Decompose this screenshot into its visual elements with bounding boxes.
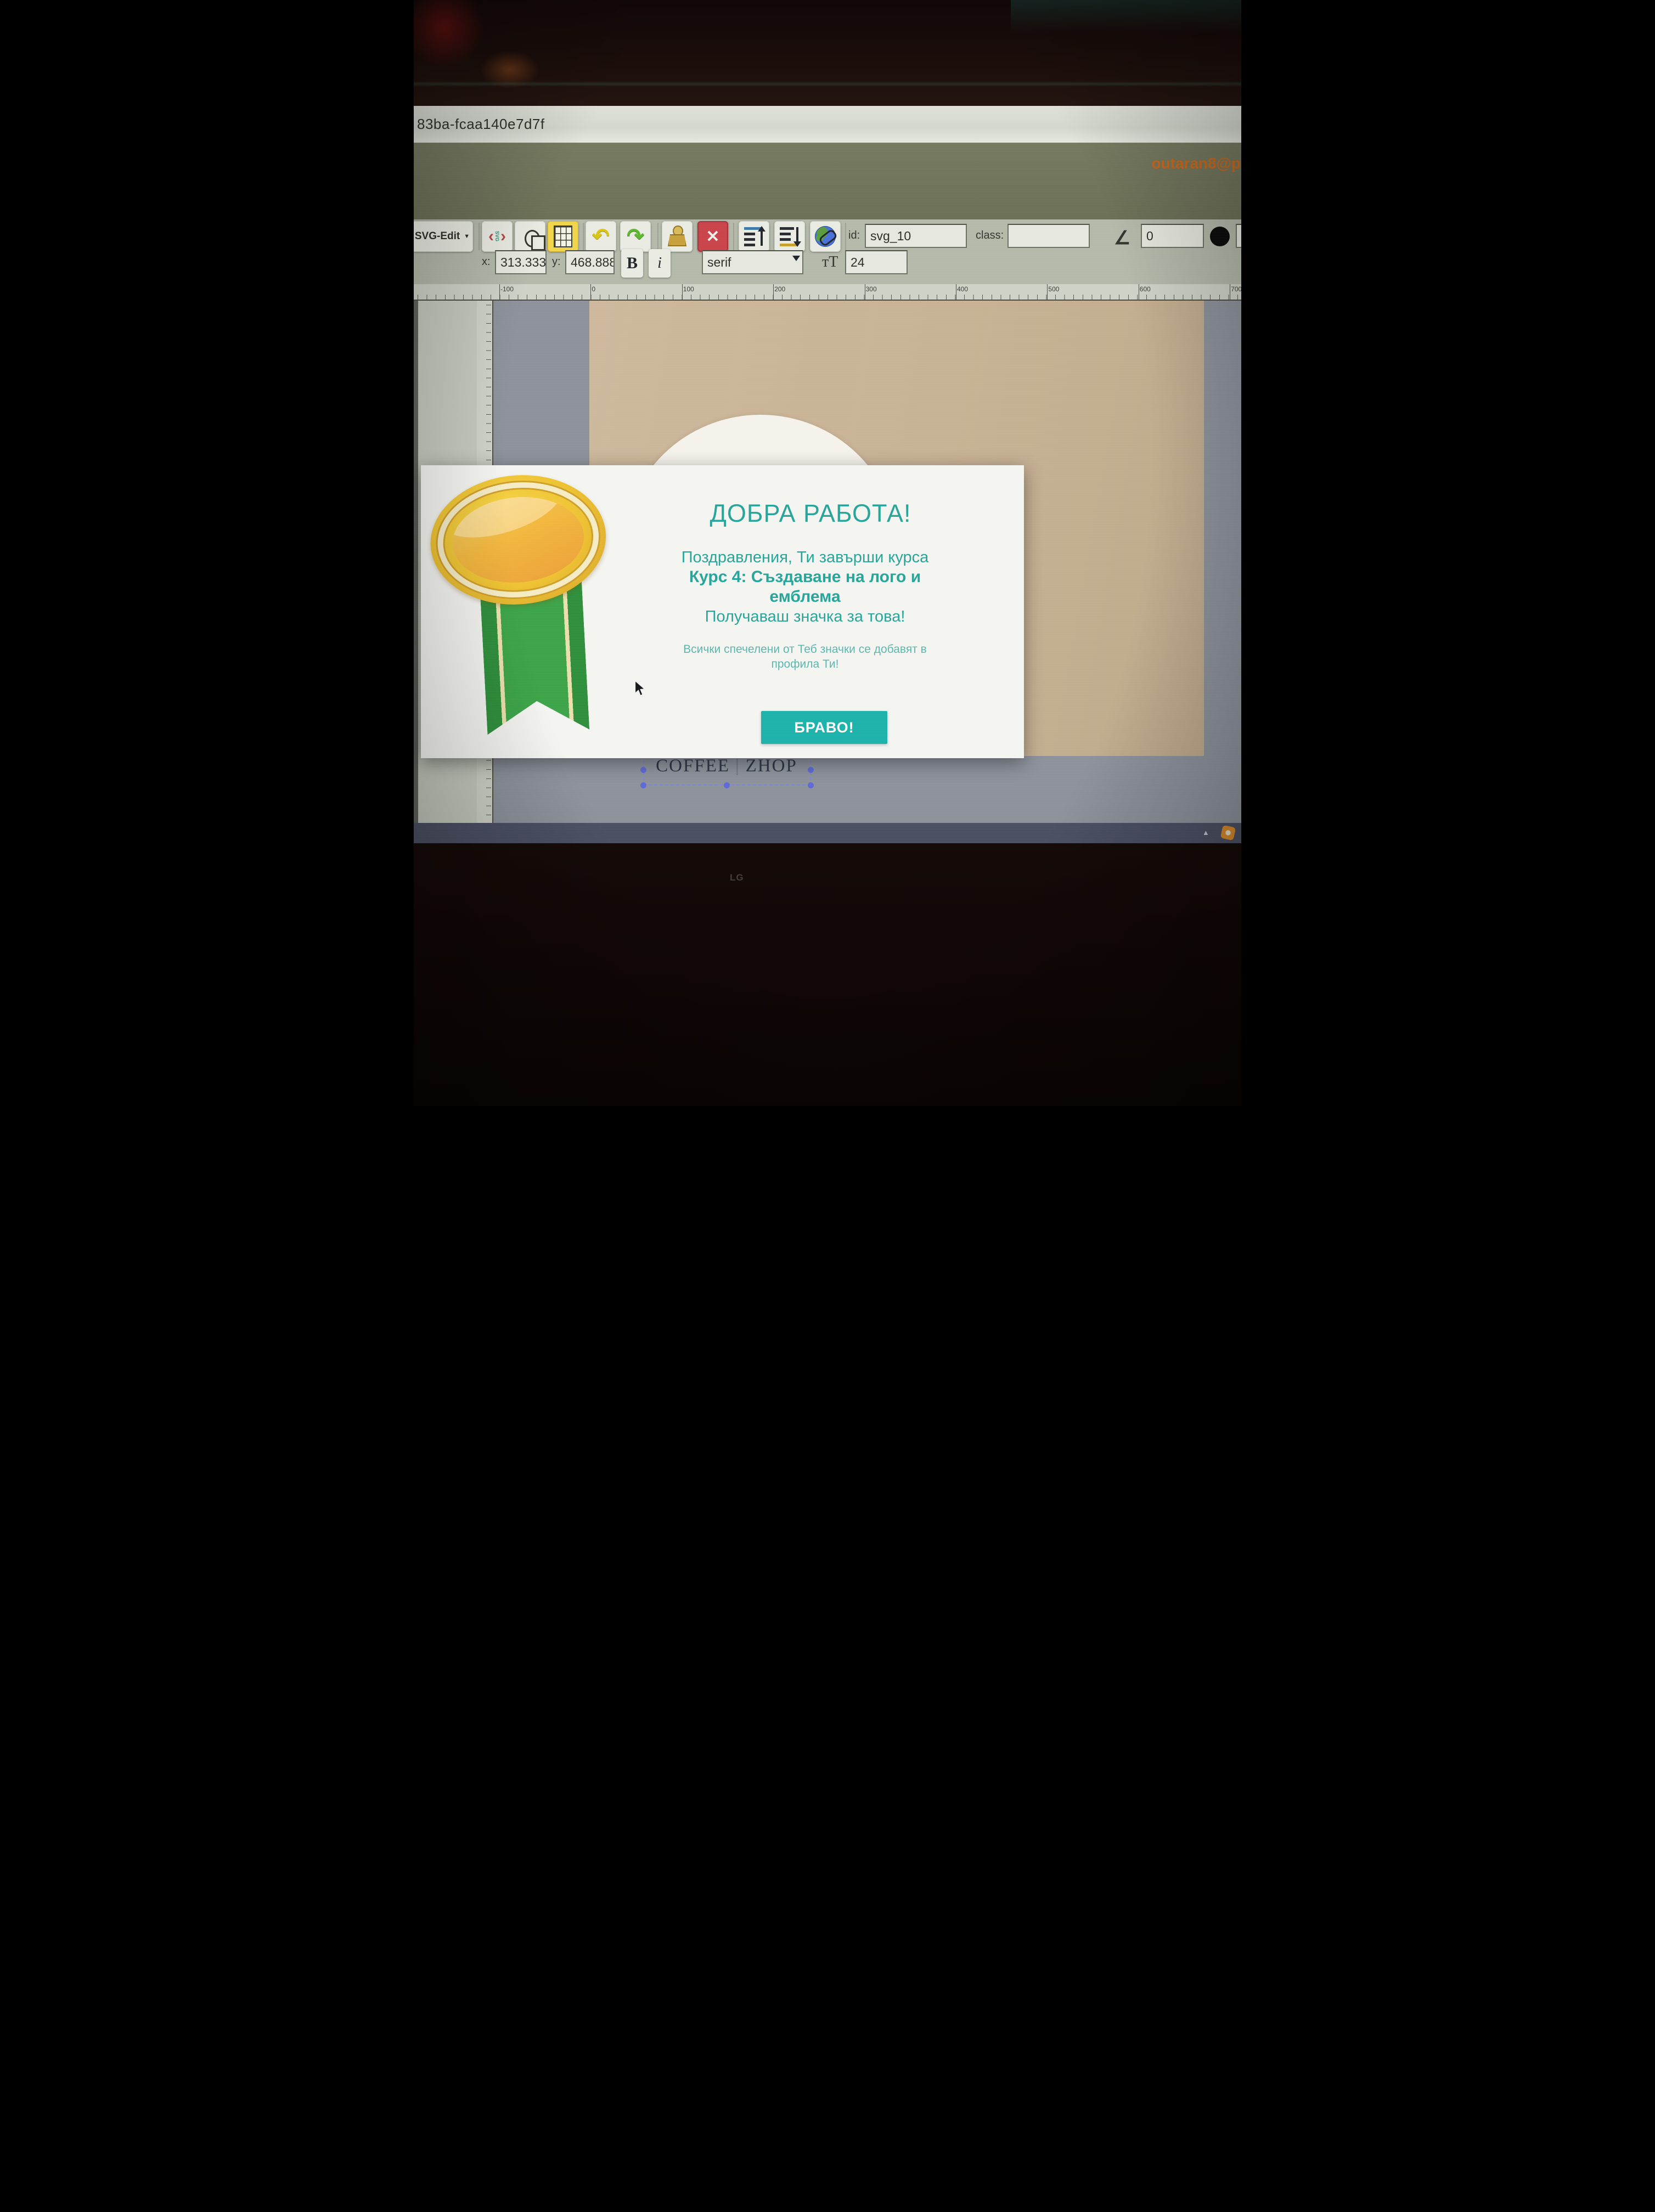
font-size-icon: тT	[822, 253, 838, 271]
text-toolbar: x: 313.3333 y: 468.8888 B i serif тT 24	[414, 248, 1241, 283]
redo-icon: ↷	[627, 226, 644, 247]
svg-edit-menu-button[interactable]: SVG-Edit ▼	[414, 221, 473, 252]
selection-handle[interactable]	[808, 767, 814, 773]
id-label: id:	[848, 229, 860, 242]
modal-note: Всички спечелени от Теб значки се добавя…	[602, 642, 1008, 672]
mouse-cursor	[632, 680, 646, 697]
svg-source-icon: ‹SVG›	[488, 228, 506, 245]
ruler-label: 100	[683, 285, 694, 293]
browser-tab-text[interactable]: 83ba-fcaa140e7d7f	[417, 116, 545, 133]
selection-handle[interactable]	[640, 767, 646, 773]
angle-input[interactable]: 0	[1141, 224, 1204, 248]
teal-glow	[1011, 0, 1241, 33]
undo-icon: ↶	[592, 226, 610, 247]
browser-bar: 83ba-fcaa140e7d7f	[414, 106, 1241, 143]
congratulations-modal: ДОБРА РАБОТА! Поздравления, Ти завърши к…	[421, 465, 1024, 758]
delete-x-icon: ✕	[706, 227, 719, 246]
room-background-top	[414, 0, 1241, 106]
modal-line4: Получаваш значка за това!	[586, 607, 1024, 627]
ruler-label: 200	[774, 285, 785, 293]
ruler-label: 500	[1048, 285, 1059, 293]
bravo-button[interactable]: БРАВО!	[761, 711, 887, 744]
ribbon-icon	[480, 582, 589, 735]
svg-edit-menu-label: SVG-Edit	[415, 230, 460, 242]
ruler-label: 700	[1231, 285, 1241, 293]
font-size-input[interactable]: 24	[845, 250, 908, 274]
red-glow	[414, 0, 485, 69]
ruler-label: 600	[1140, 285, 1151, 293]
clone-stamp-icon	[668, 225, 686, 247]
link-globe-icon	[815, 226, 836, 247]
canvas-workspace: COFFEE|ZHOP	[414, 301, 1241, 885]
shapes-library-button[interactable]	[515, 221, 545, 252]
tray-app-icon[interactable]	[1220, 825, 1236, 840]
ruler-label: 300	[866, 285, 877, 293]
windows-taskbar: ▲	[414, 823, 1241, 843]
ruler-label: 400	[957, 285, 968, 293]
redo-button[interactable]: ↷	[620, 221, 651, 252]
class-input[interactable]	[1007, 224, 1090, 248]
move-bottom-icon	[780, 226, 800, 247]
x-input[interactable]: 313.3333	[495, 250, 547, 274]
modal-title: ДОБРА РАБОТА!	[596, 499, 1024, 528]
medal-icon	[425, 468, 611, 612]
toolbar-divider	[479, 223, 480, 250]
chevron-down-icon	[792, 256, 800, 261]
modal-line1: Поздравления, Ти завърши курса	[586, 548, 1024, 567]
move-top-icon	[744, 226, 764, 247]
italic-button[interactable]: i	[649, 249, 671, 278]
angle-icon: ∠	[1114, 227, 1130, 249]
horizontal-ruler: -100 0 100 200 300 400 500 600 700	[414, 284, 1241, 301]
modal-note-line2: профила Ти!	[602, 657, 1008, 672]
modal-line2: Курс 4: Създаване на лого и	[586, 567, 1024, 587]
selection-box[interactable]	[643, 755, 811, 786]
ruler-label: -100	[500, 285, 514, 293]
shapes-overlap-icon	[519, 224, 541, 249]
toolbar-divider	[583, 223, 584, 250]
bold-button[interactable]: B	[621, 249, 643, 278]
toolbar-divider	[845, 223, 846, 250]
move-to-top-button[interactable]	[739, 221, 769, 252]
grid-icon	[554, 225, 572, 247]
site-header-band: outaran8@pr	[414, 143, 1241, 219]
x-label: x:	[482, 256, 491, 268]
class-label: class:	[976, 229, 1004, 242]
grid-toggle-button[interactable]	[548, 221, 578, 252]
toolbar-divider	[733, 223, 734, 250]
link-button[interactable]	[810, 221, 841, 252]
move-to-bottom-button[interactable]	[774, 221, 805, 252]
monitor-screen: 83ba-fcaa140e7d7f outaran8@pr SVG-Edit ▼…	[414, 106, 1241, 843]
blur-control-icon[interactable]	[1210, 227, 1230, 246]
photo-of-monitor: 83ba-fcaa140e7d7f outaran8@pr SVG-Edit ▼…	[414, 0, 1241, 1106]
id-input[interactable]: svg_10	[865, 224, 967, 248]
clipped-right-input[interactable]	[1236, 224, 1241, 248]
selection-handle[interactable]	[808, 782, 814, 788]
y-input[interactable]: 468.8888	[565, 250, 615, 274]
font-family-select[interactable]: serif	[702, 250, 803, 274]
ruler-label: 0	[592, 285, 595, 293]
undo-button[interactable]: ↶	[586, 221, 616, 252]
monitor-brand-logo: LG	[730, 872, 744, 883]
toolbar-divider	[657, 223, 658, 250]
chevron-down-icon: ▼	[464, 233, 470, 240]
modal-line3: емблема	[586, 587, 1024, 607]
selection-handle[interactable]	[724, 782, 730, 788]
monitor-edge-glow	[414, 81, 1241, 87]
user-email[interactable]: outaran8@pr	[1151, 155, 1241, 172]
delete-button[interactable]: ✕	[697, 221, 728, 252]
source-code-button[interactable]: ‹SVG›	[482, 221, 513, 252]
tray-chevron-icon[interactable]: ▲	[1202, 828, 1209, 837]
selection-handle[interactable]	[640, 782, 646, 788]
modal-body: Поздравления, Ти завърши курса Курс 4: С…	[586, 548, 1024, 627]
room-background-bottom	[414, 843, 1241, 1106]
modal-note-line1: Всички спечелени от Теб значки се добавя…	[602, 642, 1008, 657]
y-label: y:	[552, 256, 561, 268]
clone-button[interactable]	[662, 221, 693, 252]
